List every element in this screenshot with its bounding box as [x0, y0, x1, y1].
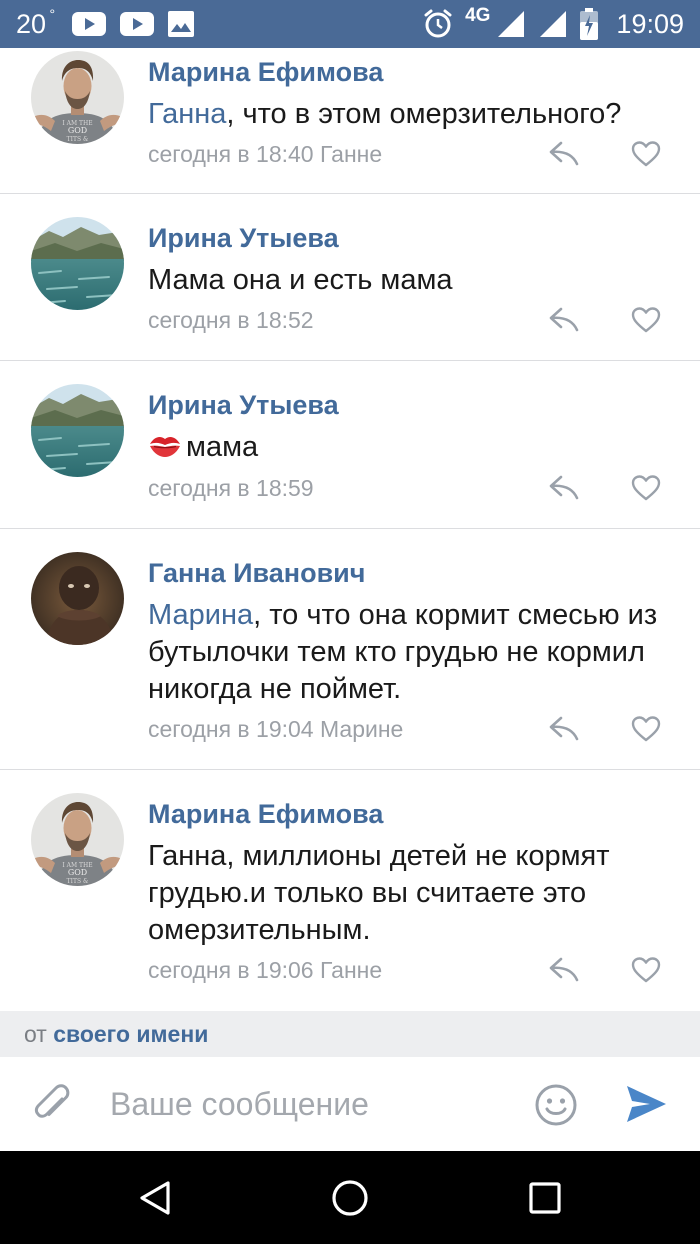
mention-link[interactable]: Ганна	[148, 98, 226, 130]
signal-icon	[540, 11, 567, 37]
comment-item: Ирина Утыева мама сегодня в 18:59	[0, 361, 700, 529]
reply-icon[interactable]	[548, 955, 580, 983]
alarm-icon	[424, 9, 452, 38]
post-as-prefix: от	[24, 1021, 47, 1047]
system-nav-bar	[0, 1151, 700, 1244]
clock: 19:09	[616, 8, 684, 39]
reply-icon[interactable]	[548, 139, 580, 167]
post-as-link[interactable]: своего имени	[53, 1021, 208, 1047]
comment-item: Марина Ефимова Ганна, что в этом омерзит…	[0, 48, 700, 194]
comment-body: , что в этом омерзительного?	[226, 98, 622, 130]
avatar[interactable]	[31, 217, 124, 310]
comment-text: Ганна, миллионы детей не кормят грудью.и…	[148, 840, 610, 946]
temperature-indicator: 20 °	[16, 6, 55, 40]
youtube-icon	[72, 12, 107, 36]
heart-icon[interactable]	[631, 956, 661, 984]
home-icon[interactable]	[331, 1179, 369, 1217]
comment-meta: сегодня в 19:04 Марине	[148, 716, 404, 742]
avatar[interactable]	[31, 51, 124, 144]
post-as-bar: от своего имени	[0, 1011, 700, 1057]
comment-meta: сегодня в 19:06 Ганне	[148, 957, 383, 983]
comment-item: Марина Ефимова Ганна, миллионы детей не …	[0, 770, 700, 1011]
youtube-icon	[120, 12, 155, 36]
mention-link[interactable]: Марина	[148, 599, 253, 631]
avatar[interactable]	[31, 793, 124, 886]
comment-text: Мама она и есть мама	[148, 264, 453, 296]
status-bar: 20 ° 4G 19:09	[0, 0, 700, 48]
battery-icon	[580, 8, 599, 40]
comment-text: Ганна, что в этом омерзительного?	[148, 96, 678, 133]
comment-meta: сегодня в 18:59	[148, 475, 314, 501]
heart-icon[interactable]	[631, 715, 661, 743]
comment-meta: сегодня в 18:52	[148, 307, 314, 333]
reply-icon[interactable]	[548, 473, 580, 501]
comment-item: Ирина Утыева Мама она и есть мама сегодн…	[0, 194, 700, 361]
back-icon[interactable]	[137, 1179, 175, 1217]
author-name[interactable]: Ирина Утыева	[148, 390, 339, 421]
image-icon	[168, 11, 195, 37]
comment-body: мама	[186, 431, 259, 463]
author-name[interactable]: Марина Ефимова	[148, 799, 383, 830]
author-name[interactable]: Марина Ефимова	[148, 57, 383, 88]
heart-icon[interactable]	[631, 306, 661, 334]
paperclip-icon[interactable]	[32, 1083, 74, 1127]
message-input[interactable]	[110, 1079, 510, 1129]
comment-meta: сегодня в 18:40 Ганне	[148, 141, 383, 167]
send-icon[interactable]	[624, 1083, 668, 1125]
degree-sign: °	[49, 5, 56, 22]
reply-icon[interactable]	[548, 305, 580, 333]
reply-icon[interactable]	[548, 714, 580, 742]
avatar[interactable]	[31, 384, 124, 477]
comment-item: Ганна Иванович Марина, то что она кормит…	[0, 529, 700, 770]
recents-icon[interactable]	[526, 1179, 564, 1217]
heart-icon[interactable]	[631, 474, 661, 502]
network-type: 4G	[465, 5, 491, 26]
heart-icon[interactable]	[631, 140, 661, 168]
signal-icon	[498, 11, 525, 37]
author-name[interactable]: Ирина Утыева	[148, 223, 339, 254]
kiss-mark-icon	[150, 436, 180, 457]
avatar[interactable]	[31, 552, 124, 645]
temperature-value: 20	[16, 8, 47, 39]
message-composer	[0, 1057, 700, 1151]
comment-text: мама	[148, 429, 678, 466]
author-name[interactable]: Ганна Иванович	[148, 558, 365, 589]
emoji-icon[interactable]	[534, 1083, 578, 1127]
comment-text: Марина, то что она кормит смесью из буты…	[148, 597, 678, 708]
